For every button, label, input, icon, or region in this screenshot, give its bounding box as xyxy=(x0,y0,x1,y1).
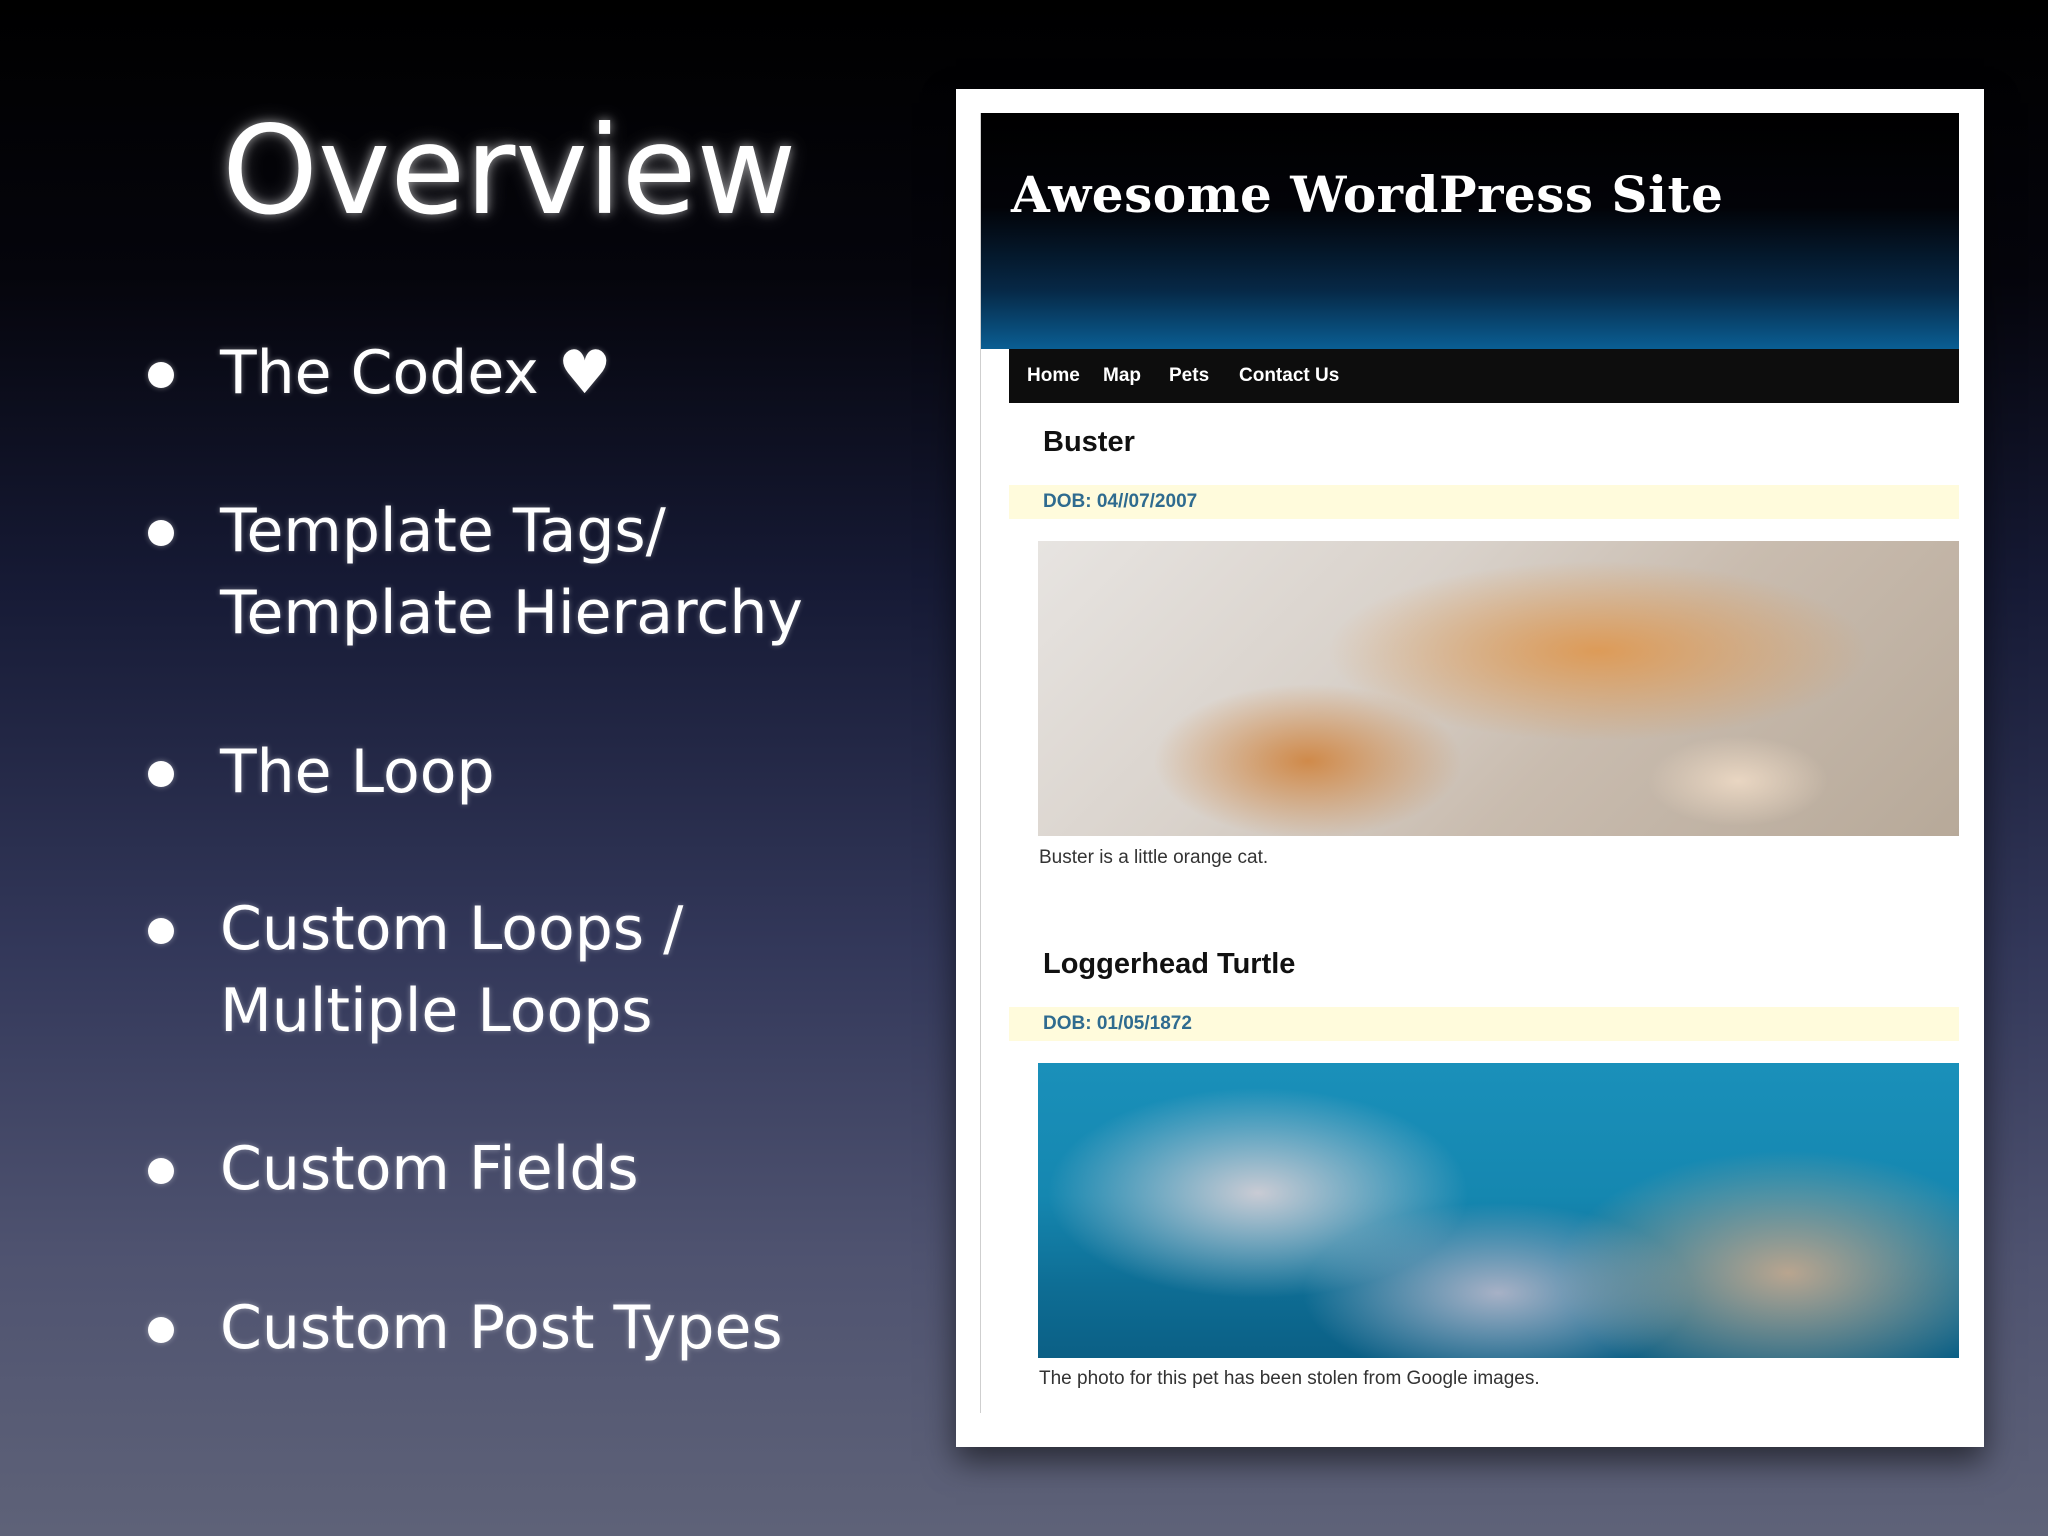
photo-caption: The photo for this pet has been stolen f… xyxy=(1039,1368,1540,1389)
nav-item-pets[interactable]: Pets xyxy=(1169,349,1209,403)
bullet-text: Custom Fields xyxy=(220,1134,639,1204)
bullet-item: Template Tags/ Template Hierarchy xyxy=(142,490,822,654)
bullet-item: The Loop xyxy=(142,731,822,813)
bullet-item: Custom Loops / Multiple Loops xyxy=(142,888,822,1052)
dob-bar: DOB: 01/05/1872 xyxy=(1009,1007,1959,1041)
photo-caption: Buster is a little orange cat. xyxy=(1039,847,1269,868)
bullet-text: The Loop xyxy=(220,737,495,807)
website-page: Awesome WordPress Site Home Map Pets Con… xyxy=(980,113,1959,1413)
site-nav: Home Map Pets Contact Us xyxy=(1009,349,1959,403)
bullet-item: Custom Post Types xyxy=(142,1287,822,1369)
dob-bar: DOB: 04//07/2007 xyxy=(1009,485,1959,519)
bullet-dot-icon xyxy=(148,918,174,944)
site-title[interactable]: Awesome WordPress Site xyxy=(1011,165,1723,224)
nav-item-home[interactable]: Home xyxy=(1027,349,1080,403)
bullet-item: Custom Fields xyxy=(142,1128,822,1210)
nav-item-map[interactable]: Map xyxy=(1103,349,1141,403)
slide-title: Overview xyxy=(222,100,797,242)
dob-text: DOB: 04//07/2007 xyxy=(1043,491,1198,512)
bullet-text: Template Tags/ Template Hierarchy xyxy=(220,496,803,648)
bullet-dot-icon xyxy=(148,362,174,388)
cat-photo xyxy=(1038,541,1959,836)
bullet-dot-icon xyxy=(148,761,174,787)
bullet-dot-icon xyxy=(148,1317,174,1343)
bullet-dot-icon xyxy=(148,1158,174,1184)
website-screenshot-card: Awesome WordPress Site Home Map Pets Con… xyxy=(956,89,1984,1447)
site-header: Awesome WordPress Site xyxy=(981,113,1959,349)
bullet-dot-icon xyxy=(148,520,174,546)
bullet-text: The Codex ♥ xyxy=(220,338,612,408)
post-title[interactable]: Buster xyxy=(1043,426,1135,459)
nav-item-contact-us[interactable]: Contact Us xyxy=(1239,349,1339,403)
post-title[interactable]: Loggerhead Turtle xyxy=(1043,948,1295,981)
turtle-photo xyxy=(1038,1063,1959,1358)
bullet-text: Custom Loops / Multiple Loops xyxy=(220,894,684,1046)
bullet-item: The Codex ♥ xyxy=(142,332,822,414)
bullet-text: Custom Post Types xyxy=(220,1293,783,1363)
dob-text: DOB: 01/05/1872 xyxy=(1043,1013,1192,1034)
